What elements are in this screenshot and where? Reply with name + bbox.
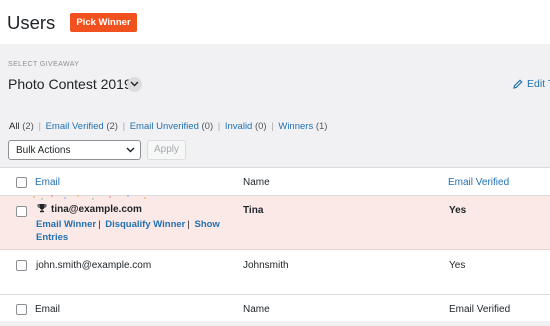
edit-giveaway-link[interactable]: Edit T: [513, 78, 550, 90]
row-email: john.smith@example.com: [36, 260, 152, 271]
page-title: Users: [7, 12, 56, 33]
filter-separator: |: [217, 121, 221, 132]
filter-invalid-count: (0): [254, 121, 267, 132]
select-all-checkbox[interactable]: [16, 177, 27, 188]
bulk-actions-select[interactable]: Bulk Actions: [8, 140, 141, 160]
edit-label: Edit T: [527, 78, 550, 90]
confetti-icon: [33, 195, 146, 200]
status-filters: All (2) | Email Verified (2) | Email Unv…: [9, 121, 327, 132]
table-footer-row: Email Name Email Verified: [0, 295, 550, 322]
table-row: tina@example.com Email Winner | Disqualif…: [0, 195, 550, 250]
apply-button[interactable]: Apply: [147, 140, 186, 160]
chevron-down-icon: [126, 147, 135, 153]
filter-email-verified-count: (2): [106, 121, 118, 132]
row-email: tina@example.com: [51, 204, 142, 215]
edit-pencil-icon: [513, 79, 523, 89]
filter-separator: |: [271, 121, 274, 132]
row-checkbox[interactable]: [16, 206, 27, 217]
filter-email-verified[interactable]: Email Verified: [46, 121, 104, 132]
email-winner-link[interactable]: Email Winner: [36, 219, 96, 230]
row-email-verified: Yes: [449, 205, 467, 216]
filter-winners-count: (1): [315, 121, 328, 132]
filter-winners[interactable]: Winners: [278, 121, 313, 132]
giveaway-dropdown-button[interactable]: [127, 77, 142, 92]
column-footer-email: Email: [35, 304, 61, 315]
trophy-icon: [37, 204, 47, 213]
row-name: Tina: [243, 205, 264, 216]
select-all-checkbox-footer[interactable]: [16, 304, 27, 315]
bulk-actions-value: Bulk Actions: [16, 145, 71, 156]
filter-all-count: (2): [22, 121, 34, 132]
filter-all[interactable]: All: [9, 121, 20, 132]
table-row: john.smith@example.com Johnsmith Yes: [0, 250, 550, 295]
column-header-email-verified[interactable]: Email Verified: [448, 177, 509, 188]
filter-separator: |: [38, 121, 41, 132]
page-header: Users Pick Winner: [0, 0, 550, 44]
pick-winner-button[interactable]: Pick Winner: [70, 13, 137, 32]
filter-invalid[interactable]: Invalid: [225, 121, 252, 132]
column-footer-email-verified: Email Verified: [449, 304, 511, 315]
row-name: Johnsmith: [243, 260, 289, 271]
chevron-down-icon: [130, 81, 139, 87]
column-header-email[interactable]: Email: [35, 177, 60, 188]
column-footer-name: Name: [243, 304, 270, 315]
filter-email-unverified[interactable]: Email Unverified: [130, 121, 199, 132]
row-email-verified: Yes: [449, 260, 466, 271]
giveaway-name[interactable]: Photo Contest 2019: [8, 76, 132, 92]
users-table: Email Name Email Verified tina@example.c…: [0, 167, 550, 321]
select-giveaway-label: SELECT GIVEAWAY: [8, 61, 80, 68]
table-header-row: Email Name Email Verified: [0, 168, 550, 196]
disqualify-winner-link[interactable]: Disqualify Winner: [105, 219, 185, 230]
row-checkbox[interactable]: [16, 260, 27, 271]
filter-separator: |: [122, 121, 126, 132]
column-header-name: Name: [243, 177, 270, 188]
filter-email-unverified-count: (0): [201, 121, 214, 132]
row-actions: Email Winner | Disqualify Winner | Show En…: [36, 219, 220, 243]
